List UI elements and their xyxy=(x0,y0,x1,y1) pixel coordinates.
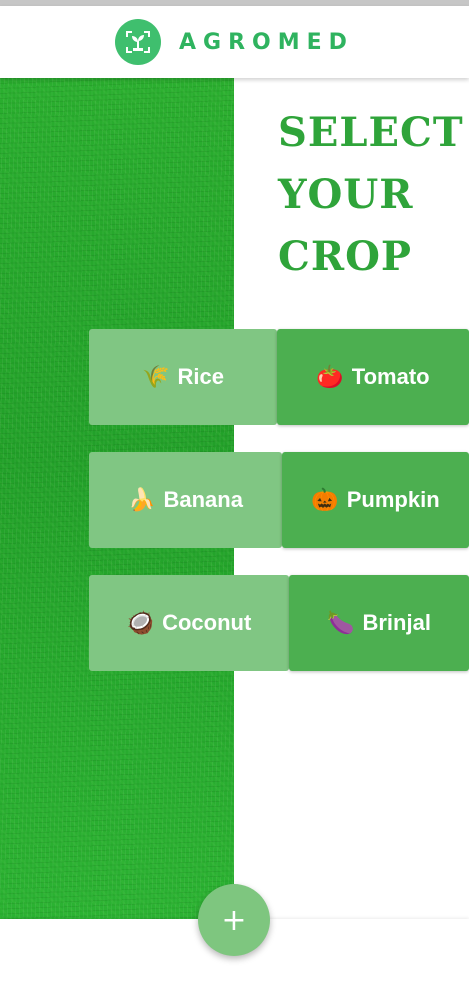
title-line-2: YOUR xyxy=(278,171,414,218)
eggplant-icon: 🍆 xyxy=(327,610,355,636)
app-bar: AGROMED xyxy=(0,6,469,78)
crop-button-pumpkin[interactable]: 🎃 Pumpkin xyxy=(282,452,469,548)
pumpkin-icon: 🎃 xyxy=(311,487,339,513)
crop-label: Pumpkin xyxy=(346,487,440,512)
crop-button-rice[interactable]: 🌾 Rice xyxy=(89,329,277,425)
page-title: SELECT YOUR CROP xyxy=(278,102,468,288)
crop-label: Coconut xyxy=(162,610,252,635)
crop-button-tomato[interactable]: 🍅 Tomato xyxy=(277,329,469,425)
app-title: AGROMED xyxy=(179,29,354,55)
crop-label: Rice xyxy=(177,364,224,389)
coconut-icon: 🥥 xyxy=(126,610,155,636)
rice-icon: 🌾 xyxy=(142,364,170,390)
crop-label: Tomato xyxy=(351,364,430,389)
crop-button-banana[interactable]: 🍌 Banana xyxy=(89,452,282,548)
crop-label: Banana xyxy=(163,487,243,512)
title-line-1: SELECT xyxy=(278,109,464,156)
crop-button-brinjal[interactable]: 🍆 Brinjal xyxy=(289,575,469,671)
title-line-3: CROP xyxy=(278,233,412,280)
sprout-scan-icon xyxy=(115,19,162,65)
crop-label: Brinjal xyxy=(362,610,431,635)
add-button[interactable]: + xyxy=(198,884,270,956)
plus-icon: + xyxy=(221,902,247,938)
banana-icon: 🍌 xyxy=(128,487,156,513)
tomato-icon: 🍅 xyxy=(316,364,344,390)
crop-button-coconut[interactable]: 🥥 Coconut xyxy=(89,575,289,671)
